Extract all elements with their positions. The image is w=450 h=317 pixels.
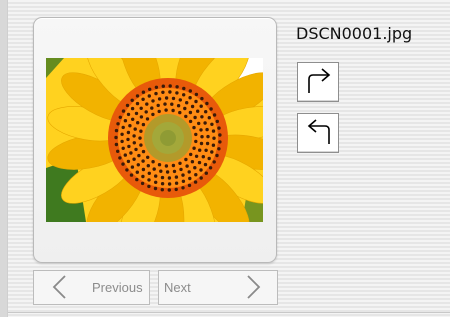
- window-left-edge: [0, 0, 8, 317]
- photo-thumbnail: [46, 58, 263, 222]
- rotate-left-button[interactable]: [297, 113, 339, 153]
- bottom-divider: [8, 312, 450, 313]
- chevron-left-icon: [52, 275, 66, 299]
- rotate-counterclockwise-icon: [307, 119, 330, 144]
- rotate-clockwise-icon: [308, 68, 331, 93]
- next-button[interactable]: Next: [158, 270, 278, 305]
- previous-button[interactable]: Previous: [33, 270, 150, 305]
- image-viewer-window: DSCN0001.jpg Previous Next: [0, 0, 450, 317]
- file-name-label: DSCN0001.jpg: [296, 24, 413, 43]
- next-label: Next: [164, 280, 191, 295]
- previous-label: Previous: [92, 280, 143, 295]
- chevron-right-icon: [247, 275, 261, 299]
- rotate-right-button[interactable]: [297, 62, 339, 102]
